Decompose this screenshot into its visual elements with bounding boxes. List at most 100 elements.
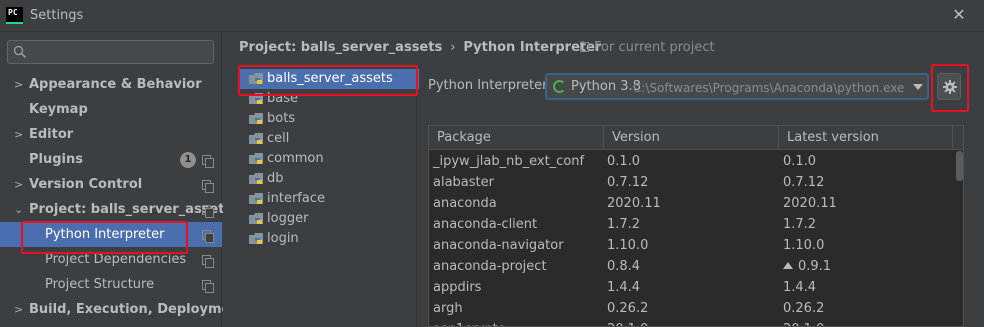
chevron-right-icon: > xyxy=(14,178,24,191)
column-header-latest-version[interactable]: Latest version xyxy=(779,126,953,150)
python-folder-icon xyxy=(249,153,263,164)
copy-icon xyxy=(202,205,214,218)
column-header-package[interactable]: Package xyxy=(429,126,604,150)
title-bar: PC Settings ✕ xyxy=(0,0,984,32)
project-list-item-label: interface xyxy=(267,191,325,206)
sidebar-item-label: Version Control xyxy=(29,177,143,192)
sidebar-item-label: Plugins xyxy=(29,152,83,167)
sidebar-item-plugins[interactable]: Plugins 1 xyxy=(0,147,222,172)
sidebar-item-editor[interactable]: > Editor xyxy=(0,122,222,147)
package-table: Package Version Latest version _ipyw_jla… xyxy=(428,125,964,327)
python-folder-icon xyxy=(249,233,263,244)
package-version: 0.7.12 xyxy=(607,175,649,190)
sidebar-item-project[interactable]: ⌄ Project: balls_server_assets xyxy=(0,197,232,222)
table-row[interactable]: alabaster 0.7.12 0.7.12 xyxy=(429,172,953,193)
sidebar-item-label: Python Interpreter xyxy=(45,227,165,242)
window-title: Settings xyxy=(30,8,84,23)
project-list-item-label: db xyxy=(267,171,284,186)
project-list-item[interactable]: interface xyxy=(239,189,419,209)
copy-icon xyxy=(202,230,214,243)
project-list-item[interactable]: cell xyxy=(239,129,419,149)
package-latest-version: 1.4.4 xyxy=(783,277,816,298)
package-version: 1.7.2 xyxy=(607,217,641,232)
package-latest-version: 1.7.2 xyxy=(783,214,816,235)
package-name: anaconda xyxy=(433,196,497,211)
package-name: anaconda-client xyxy=(433,217,538,232)
divider xyxy=(416,66,417,327)
sidebar-item-label: Appearance & Behavior xyxy=(29,77,202,92)
latest-version-value: 1.7.2 xyxy=(783,217,817,232)
latest-version-value: 1.4.4 xyxy=(783,280,817,295)
package-version: 20.1.0 xyxy=(607,319,648,326)
python-folder-icon xyxy=(249,113,263,124)
sidebar-item-keymap[interactable]: Keymap xyxy=(0,97,222,122)
interpreter-path: C:\Softwares\Programs\Anaconda\python.ex… xyxy=(633,81,905,95)
latest-version-value: 0.1.0 xyxy=(783,154,817,169)
sidebar-item-build[interactable]: > Build, Execution, Deployment xyxy=(0,297,246,322)
project-list-item-label: logger xyxy=(267,211,309,226)
app-icon: PC xyxy=(6,7,23,24)
project-list-item-label: bots xyxy=(267,111,296,126)
table-row[interactable]: anaconda-client 1.7.2 1.7.2 xyxy=(429,214,953,235)
table-row[interactable]: anaconda 2020.11 2020.11 xyxy=(429,193,953,214)
table-row[interactable]: argh 0.26.2 0.26.2 xyxy=(429,298,953,319)
project-list-item[interactable]: bots xyxy=(239,109,419,129)
for-current-project-label: For current project xyxy=(594,40,715,55)
chevron-down-icon xyxy=(913,84,923,90)
project-list-item-label: base xyxy=(267,91,298,106)
sidebar-item-appearance[interactable]: > Appearance & Behavior xyxy=(0,72,222,97)
search-icon xyxy=(13,45,27,59)
sidebar-item-label: Editor xyxy=(29,127,74,142)
breadcrumb: Project: balls_server_assets › Python Inte… xyxy=(239,39,601,57)
table-row[interactable]: appdirs 1.4.4 1.4.4 xyxy=(429,277,953,298)
sidebar-item-version-control[interactable]: > Version Control xyxy=(0,172,222,197)
project-list-item[interactable]: base xyxy=(239,89,419,109)
settings-content: Project: balls_server_assets › Python Inte… xyxy=(223,32,984,327)
sidebar-item-project-dependencies[interactable]: Project Dependencies xyxy=(0,247,222,272)
interpreter-label: Python Interpreter: xyxy=(428,78,552,93)
package-version: 0.26.2 xyxy=(607,301,649,316)
settings-sidebar: > Appearance & Behavior Keymap > Editor … xyxy=(0,32,246,327)
project-list-item[interactable]: logger xyxy=(239,209,419,229)
copy-icon xyxy=(580,42,589,52)
project-list-item-label: login xyxy=(267,231,299,246)
table-row[interactable]: anaconda-navigator 1.10.0 1.10.0 xyxy=(429,235,953,256)
sidebar-item-label: Project Structure xyxy=(45,277,155,292)
latest-version-value: 0.26.2 xyxy=(783,301,825,316)
sidebar-item-label: Project Dependencies xyxy=(45,252,187,267)
python-folder-icon xyxy=(249,93,263,104)
close-icon[interactable]: ✕ xyxy=(948,4,970,26)
sidebar-item-python-interpreter[interactable]: Python Interpreter xyxy=(0,222,222,247)
chevron-right-icon: > xyxy=(14,78,24,91)
package-latest-version: 0.9.1 xyxy=(783,256,831,277)
breadcrumb-separator: › xyxy=(450,40,456,55)
python-folder-icon xyxy=(249,133,263,144)
package-latest-version: 0.26.2 xyxy=(783,298,824,319)
table-row[interactable]: anaconda-project 0.8.4 0.9.1 xyxy=(429,256,953,277)
chevron-right-icon: > xyxy=(14,303,24,316)
scrollbar-thumb[interactable] xyxy=(956,151,963,181)
latest-version-value: 0.9.1 xyxy=(798,259,832,274)
package-latest-version: 0.7.12 xyxy=(783,172,824,193)
project-list: balls_server_assetsbase bots cell common db i… xyxy=(239,66,419,327)
project-list-item[interactable]: balls_server_assets xyxy=(239,69,419,89)
search-input[interactable] xyxy=(7,40,214,64)
latest-version-value: 1.10.0 xyxy=(783,238,825,253)
project-list-item[interactable]: db xyxy=(239,169,419,189)
table-row[interactable]: _ipyw_jlab_nb_ext_conf 0.1.0 0.1.0 xyxy=(429,151,953,172)
table-row[interactable]: asn1crypto 20.1.0 20.1.0 xyxy=(429,319,953,326)
interpreter-select[interactable]: Python 3.8 C:\Softwares\Programs\Anacond… xyxy=(545,73,929,100)
project-list-item[interactable]: login xyxy=(239,229,419,249)
table-header: Package Version Latest version xyxy=(429,126,963,150)
table-scrollbar[interactable] xyxy=(953,151,963,326)
sidebar-item-project-structure[interactable]: Project Structure xyxy=(0,272,222,297)
column-header-version[interactable]: Version xyxy=(604,126,779,150)
interpreter-settings-button[interactable] xyxy=(937,73,961,100)
copy-icon xyxy=(202,255,214,268)
project-list-item[interactable]: common xyxy=(239,149,419,169)
sidebar-item-label: Build, Execution, Deployment xyxy=(29,302,246,317)
package-latest-version: 20.1.0 xyxy=(783,319,824,326)
package-latest-version: 0.1.0 xyxy=(783,151,816,172)
chevron-right-icon: > xyxy=(14,128,24,141)
for-current-project: For current project xyxy=(580,39,715,57)
